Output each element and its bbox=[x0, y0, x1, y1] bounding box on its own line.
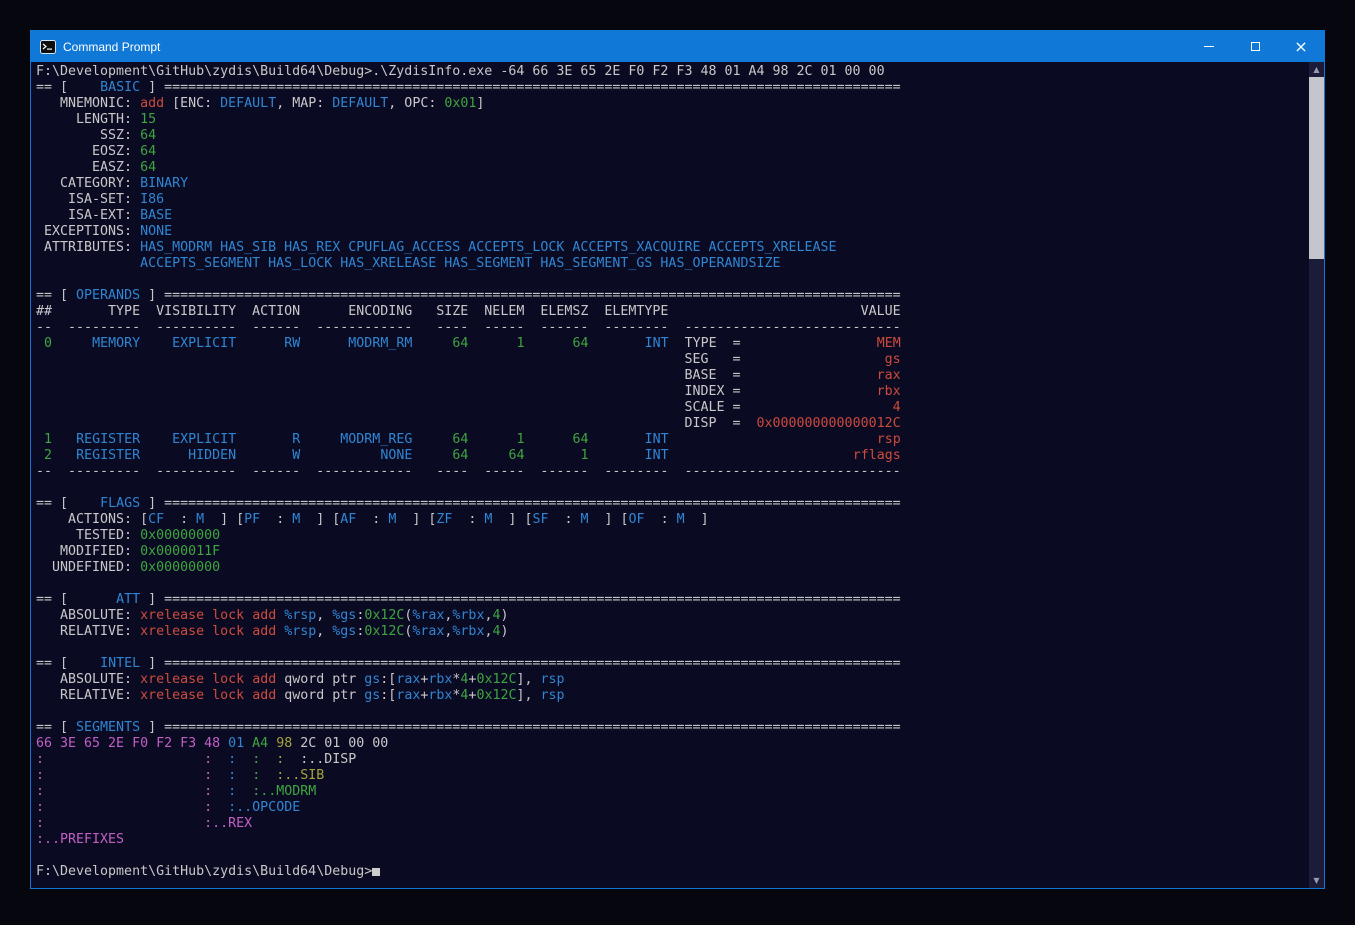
console-line: ABSOLUTE: xrelease lock add %rsp, %gs:0x… bbox=[36, 608, 1308, 624]
console-line: : : :..OPCODE bbox=[36, 800, 1308, 816]
console-line: MODIFIED: 0x0000011F bbox=[36, 544, 1308, 560]
console-line bbox=[36, 640, 1308, 656]
minimize-button[interactable] bbox=[1186, 31, 1232, 62]
command-prompt-window: Command Prompt × F:\Development\GitHub\z… bbox=[30, 30, 1325, 889]
console-line: MNEMONIC: add [ENC: DEFAULT, MAP: DEFAUL… bbox=[36, 96, 1308, 112]
console-line: SSZ: 64 bbox=[36, 128, 1308, 144]
console-line: RELATIVE: xrelease lock add qword ptr gs… bbox=[36, 688, 1308, 704]
cmd-icon bbox=[40, 39, 56, 55]
console-line: : : : : : :..DISP bbox=[36, 752, 1308, 768]
console-line: EOSZ: 64 bbox=[36, 144, 1308, 160]
console-line bbox=[36, 848, 1308, 864]
console-line: LENGTH: 15 bbox=[36, 112, 1308, 128]
scroll-up-button[interactable]: ▲ bbox=[1309, 62, 1324, 77]
console-line: : : : : :..SIB bbox=[36, 768, 1308, 784]
console-line: 2 REGISTER HIDDEN W NONE 64 64 1 INT rfl… bbox=[36, 448, 1308, 464]
console-line: == [ INTEL ] ===========================… bbox=[36, 656, 1308, 672]
scrollbar-thumb[interactable] bbox=[1309, 77, 1324, 259]
scrollbar[interactable]: ▲ ▼ bbox=[1309, 62, 1324, 888]
title-bar[interactable]: Command Prompt × bbox=[31, 31, 1324, 62]
console-line: RELATIVE: xrelease lock add %rsp, %gs:0x… bbox=[36, 624, 1308, 640]
maximize-button[interactable] bbox=[1232, 31, 1278, 62]
console-line: DISP = 0x000000000000012C bbox=[36, 416, 1308, 432]
console-line: == [ SEGMENTS ] ========================… bbox=[36, 720, 1308, 736]
console-line: == [ FLAGS ] ===========================… bbox=[36, 496, 1308, 512]
console-line: 66 3E 65 2E F0 F2 F3 48 01 A4 98 2C 01 0… bbox=[36, 736, 1308, 752]
scroll-down-button[interactable]: ▼ bbox=[1309, 873, 1324, 888]
window-title: Command Prompt bbox=[63, 40, 160, 54]
console-line: BASE = rax bbox=[36, 368, 1308, 384]
console-line: :..PREFIXES bbox=[36, 832, 1308, 848]
caption-buttons: × bbox=[1186, 31, 1324, 62]
text-cursor bbox=[372, 868, 380, 876]
console-line: EXCEPTIONS: NONE bbox=[36, 224, 1308, 240]
console-line: : :..REX bbox=[36, 816, 1308, 832]
console-line: ACCEPTS_SEGMENT HAS_LOCK HAS_XRELEASE HA… bbox=[36, 256, 1308, 272]
close-icon: × bbox=[1294, 39, 1307, 55]
console-line bbox=[36, 272, 1308, 288]
console-line: CATEGORY: BINARY bbox=[36, 176, 1308, 192]
console-line: UNDEFINED: 0x00000000 bbox=[36, 560, 1308, 576]
console-line: INDEX = rbx bbox=[36, 384, 1308, 400]
scrollbar-track[interactable] bbox=[1309, 77, 1324, 873]
console-line: 0 MEMORY EXPLICIT RW MODRM_RM 64 1 64 IN… bbox=[36, 336, 1308, 352]
console-area: F:\Development\GitHub\zydis\Build64\Debu… bbox=[31, 62, 1324, 888]
console-line: ISA-SET: I86 bbox=[36, 192, 1308, 208]
console-line: SEG = gs bbox=[36, 352, 1308, 368]
console-line: == [ ATT ] =============================… bbox=[36, 592, 1308, 608]
console-line bbox=[36, 576, 1308, 592]
console-line: : : : :..MODRM bbox=[36, 784, 1308, 800]
console-line: 1 REGISTER EXPLICIT R MODRM_REG 64 1 64 … bbox=[36, 432, 1308, 448]
close-button[interactable]: × bbox=[1278, 31, 1324, 62]
console-line: -- --------- ---------- ------ ---------… bbox=[36, 320, 1308, 336]
console-line: F:\Development\GitHub\zydis\Build64\Debu… bbox=[36, 864, 1308, 880]
console-output: F:\Development\GitHub\zydis\Build64\Debu… bbox=[36, 64, 1308, 880]
console-line: == [ OPERANDS ] ========================… bbox=[36, 288, 1308, 304]
console-line: == [ BASIC ] ===========================… bbox=[36, 80, 1308, 96]
console-line: SCALE = 4 bbox=[36, 400, 1308, 416]
minimize-icon bbox=[1204, 46, 1214, 47]
console-line: ACTIONS: [CF : M ] [PF : M ] [AF : M ] [… bbox=[36, 512, 1308, 528]
console-line bbox=[36, 480, 1308, 496]
console-line: TESTED: 0x00000000 bbox=[36, 528, 1308, 544]
console-line: -- --------- ---------- ------ ---------… bbox=[36, 464, 1308, 480]
console-line: ABSOLUTE: xrelease lock add qword ptr gs… bbox=[36, 672, 1308, 688]
console-line: F:\Development\GitHub\zydis\Build64\Debu… bbox=[36, 64, 1308, 80]
console-line: ATTRIBUTES: HAS_MODRM HAS_SIB HAS_REX CP… bbox=[36, 240, 1308, 256]
console-line: EASZ: 64 bbox=[36, 160, 1308, 176]
maximize-icon bbox=[1251, 42, 1260, 51]
console-line bbox=[36, 704, 1308, 720]
console-line: ISA-EXT: BASE bbox=[36, 208, 1308, 224]
console-line: ## TYPE VISIBILITY ACTION ENCODING SIZE … bbox=[36, 304, 1308, 320]
